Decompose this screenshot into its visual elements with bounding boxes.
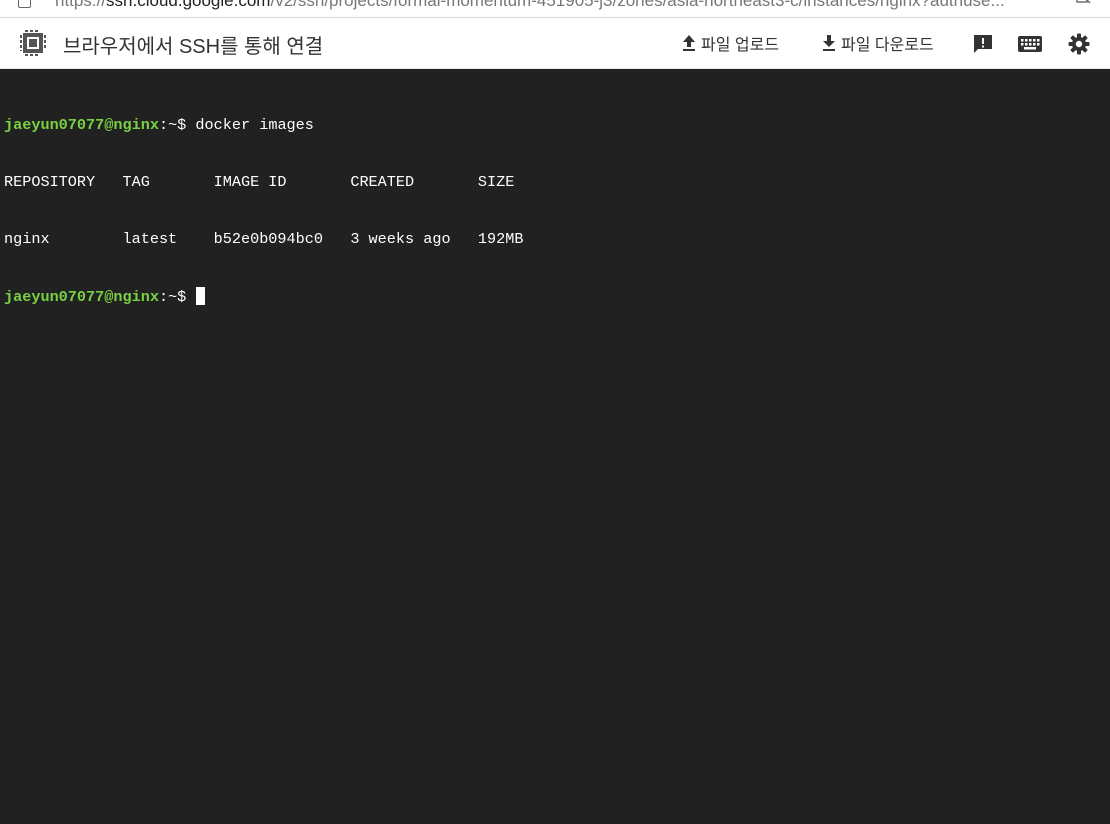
feedback-button[interactable] — [970, 31, 996, 57]
page-info-icon[interactable] — [18, 0, 31, 8]
ssh-toolbar: 브라우저에서 SSH를 통해 연결 파일 업로드 파일 다운로드 — [0, 18, 1110, 69]
prompt-path: :~$ — [158, 116, 196, 134]
prompt-path: :~$ — [158, 288, 196, 306]
camera-off-icon[interactable] — [1076, 0, 1092, 6]
url-host: ssh.cloud.google.com — [106, 0, 271, 10]
output-header-row: REPOSITORY TAG IMAGE ID CREATED SIZE — [4, 173, 515, 191]
keyboard-button[interactable] — [1017, 31, 1043, 57]
terminal-cursor — [196, 287, 206, 305]
download-file-label: 파일 다운로드 — [841, 37, 934, 54]
url-prefix: https:// — [55, 0, 107, 10]
upload-file-label: 파일 업로드 — [701, 37, 780, 54]
settings-button[interactable] — [1066, 31, 1092, 57]
feedback-icon — [974, 35, 992, 53]
download-arrow-icon — [823, 35, 835, 51]
prompt-user-host: jaeyun07077@nginx — [4, 288, 159, 306]
page-title: 브라우저에서 SSH를 통해 연결 — [63, 36, 324, 58]
upload-arrow-icon — [683, 35, 695, 51]
command-text: docker images — [195, 116, 314, 134]
url-path: /v2/ssh/projects/formal-momentum-451905-… — [270, 0, 1005, 10]
output-row: nginx latest b52e0b094bc0 3 weeks ago 19… — [4, 230, 524, 248]
active-prompt-line[interactable]: jaeyun07077@nginx:~$ — [4, 287, 1110, 306]
command-line: jaeyun07077@nginx:~$ docker images — [4, 116, 1110, 135]
terminal-screen[interactable]: jaeyun07077@nginx:~$ docker images REPOS… — [0, 69, 1110, 824]
keyboard-icon — [1018, 36, 1042, 52]
upload-file-button[interactable]: 파일 업로드 — [680, 32, 779, 54]
browser-address-bar[interactable]: https://ssh.cloud.google.com/v2/ssh/proj… — [0, 0, 1110, 18]
url-text[interactable]: https://ssh.cloud.google.com/v2/ssh/proj… — [55, 0, 1005, 11]
prompt-user-host: jaeyun07077@nginx — [4, 116, 159, 134]
chip-icon — [20, 30, 46, 56]
gear-icon — [1068, 33, 1090, 55]
download-file-button[interactable]: 파일 다운로드 — [820, 32, 934, 54]
